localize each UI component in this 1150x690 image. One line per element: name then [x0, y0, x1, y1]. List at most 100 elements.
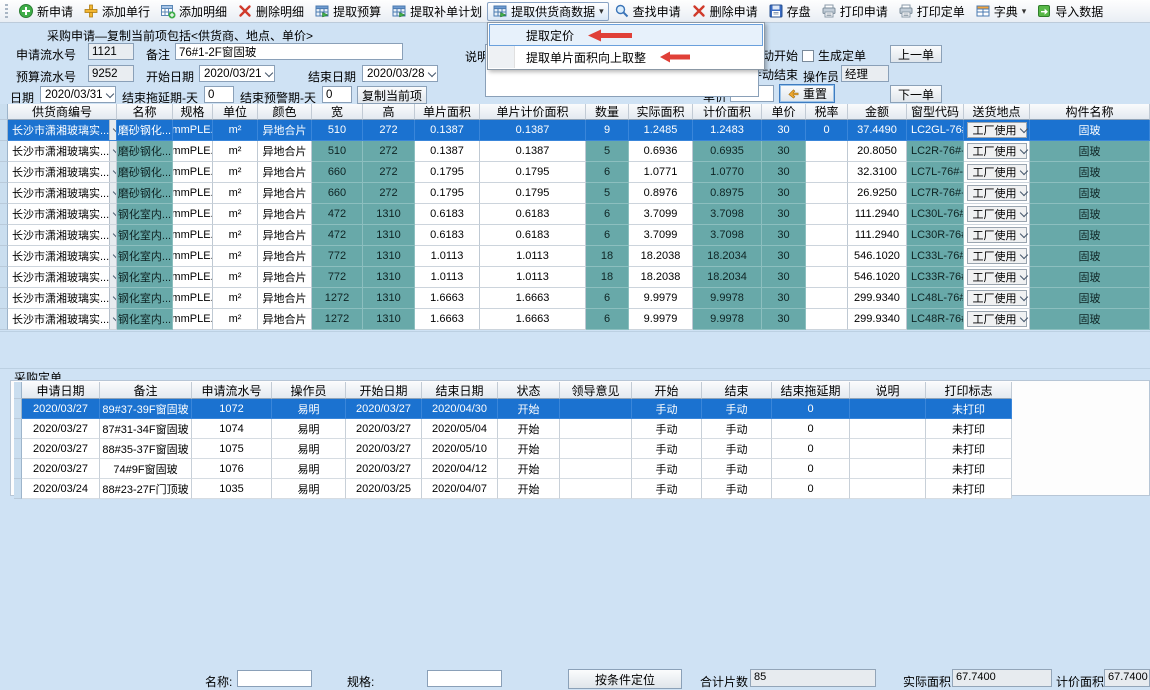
table-cell: 0.1795: [415, 183, 480, 204]
actual-area-label: 实际面积: [903, 673, 951, 690]
toolbar-button[interactable]: 提取供货商数据▾: [487, 2, 609, 21]
table-row[interactable]: 长沙市潇湘玻璃实...钢化室内...6mmPLE...m²异地合片1272131…: [0, 309, 1150, 330]
table-cell: 18.2038: [629, 246, 693, 267]
name-filter-input[interactable]: [237, 670, 312, 687]
table-cell: 0.6935: [693, 141, 762, 162]
toolbar-button[interactable]: 打印申请: [816, 2, 893, 21]
delivery-location-select[interactable]: 工厂使用: [967, 185, 1027, 201]
table-row[interactable]: 2020/03/2774#9F窗固玻1076易明2020/03/272020/0…: [14, 459, 1012, 479]
table-cell: m²: [213, 309, 258, 330]
row-gutter: [0, 225, 8, 246]
table-row[interactable]: 长沙市潇湘玻璃实...磨砂钢化...6mmPLE...m²异地合片6602720…: [0, 162, 1150, 183]
extract-grid-icon: [314, 3, 330, 19]
delivery-location-select[interactable]: 工厂使用: [967, 290, 1027, 306]
checkbox-box[interactable]: [802, 50, 814, 62]
menu-item[interactable]: 提取定价: [489, 24, 763, 46]
menu-item[interactable]: 提取单片面积向上取整: [489, 46, 763, 68]
table-cell: 0.6936: [629, 141, 693, 162]
table-row[interactable]: 2020/03/2787#31-34F窗固玻1074易明2020/03/2720…: [14, 419, 1012, 439]
column-header: 申请流水号: [192, 382, 272, 399]
table-cell: 2020/03/27: [346, 399, 422, 419]
remark-input[interactable]: [175, 43, 403, 60]
supplier-dropdown[interactable]: [109, 162, 117, 182]
column-header: 备注: [100, 382, 192, 399]
toolbar-button[interactable]: 删除明细: [232, 2, 309, 21]
table-cell: 26.9250: [848, 183, 907, 204]
delivery-location-value: 工厂使用: [973, 185, 1017, 201]
supplier-dropdown[interactable]: [109, 246, 117, 266]
supplier-dropdown[interactable]: [109, 225, 117, 245]
delivery-location-select[interactable]: 工厂使用: [967, 311, 1027, 327]
table-cell: 3.7098: [693, 204, 762, 225]
table-cell: LC2R-76#-1F: [907, 141, 964, 162]
table-cell: 磨砂钢化...: [117, 183, 173, 204]
table-row[interactable]: 长沙市潇湘玻璃实...钢化室内...6mmPLE...m²异地合片4721310…: [0, 225, 1150, 246]
table-cell: 手动: [632, 459, 702, 479]
operator-input[interactable]: [841, 65, 889, 82]
table-cell: 18: [586, 267, 629, 288]
table-cell: 32.3100: [848, 162, 907, 183]
toolbar-button[interactable]: 删除申请: [686, 2, 763, 21]
delivery-location-select[interactable]: 工厂使用: [967, 122, 1027, 138]
delivery-location-value: 工厂使用: [973, 311, 1017, 327]
table-cell: 0.1387: [415, 120, 480, 141]
copy-current-button[interactable]: 复制当前项: [357, 86, 427, 104]
supplier-dropdown[interactable]: [109, 267, 117, 287]
toolbar-button-label: 提取预算: [333, 3, 381, 20]
delivery-location-select[interactable]: 工厂使用: [967, 206, 1027, 222]
delivery-location-select[interactable]: 工厂使用: [967, 164, 1027, 180]
toolbar-button[interactable]: 查找申请: [609, 2, 686, 21]
table-cell: 6: [586, 309, 629, 330]
end-date-select[interactable]: 2020/03/28: [362, 65, 438, 82]
spec-filter-input[interactable]: [427, 670, 502, 687]
supplier-dropdown[interactable]: [109, 204, 117, 224]
toolbar-button[interactable]: 添加单行: [78, 2, 155, 21]
toolbar-button[interactable]: 字典▾: [970, 2, 1032, 21]
table-row[interactable]: 长沙市潇湘玻璃实...钢化室内...6mmPLE...m²异地合片7721310…: [0, 267, 1150, 288]
budget-input[interactable]: [88, 65, 134, 82]
toolbar-button[interactable]: 存盘: [763, 2, 816, 21]
delivery-location-select[interactable]: 工厂使用: [967, 269, 1027, 285]
start-date-value: 2020/03/21: [204, 68, 262, 80]
toolbar-button[interactable]: 提取补单计划: [386, 2, 487, 21]
toolbar-button[interactable]: 新申请: [13, 2, 78, 21]
serial-input[interactable]: [88, 43, 134, 60]
table-row[interactable]: 长沙市潇湘玻璃实...磨砂钢化...6mmPLE...m²异地合片6602720…: [0, 183, 1150, 204]
start-date-select[interactable]: 2020/03/21: [199, 65, 275, 82]
toolbar-button[interactable]: 提取预算: [309, 2, 386, 21]
prev-order-button[interactable]: 上一单: [890, 45, 942, 63]
reset-button[interactable]: 重置: [779, 84, 835, 103]
table-row[interactable]: 长沙市潇湘玻璃实...钢化室内...6mmPLE...m²异地合片4721310…: [0, 204, 1150, 225]
delivery-location-select[interactable]: 工厂使用: [967, 227, 1027, 243]
supplier-dropdown[interactable]: [109, 288, 117, 308]
table-row[interactable]: 2020/03/2488#23-27F门顶玻1035易明2020/03/2520…: [14, 479, 1012, 499]
table-row[interactable]: 2020/03/2788#35-37F窗固玻1075易明2020/03/2720…: [14, 439, 1012, 459]
table-row[interactable]: 长沙市潇湘玻璃实...钢化室内...6mmPLE...m²异地合片1272131…: [0, 288, 1150, 309]
supplier-dropdown[interactable]: [109, 309, 117, 329]
table-cell: 1.6663: [415, 309, 480, 330]
table-cell: 30: [762, 204, 806, 225]
table-cell: 772: [312, 267, 363, 288]
warn-input[interactable]: [322, 86, 352, 103]
table-cell: 固玻: [1030, 225, 1150, 246]
toolbar-button[interactable]: 添加明细: [155, 2, 232, 21]
toolbar-button[interactable]: 导入数据: [1031, 2, 1108, 21]
delivery-location-select[interactable]: 工厂使用: [967, 248, 1027, 264]
table-row[interactable]: 长沙市潇湘玻璃实...钢化室内...6mmPLE...m²异地合片7721310…: [0, 246, 1150, 267]
supplier-dropdown[interactable]: [109, 183, 117, 203]
next-order-button[interactable]: 下一单: [890, 85, 942, 103]
generate-order-checkbox[interactable]: 生成定单: [802, 47, 866, 64]
table-cell: 5: [586, 183, 629, 204]
date-select[interactable]: 2020/03/31: [40, 86, 116, 103]
table-row[interactable]: 2020/03/2789#37-39F窗固玻1072易明2020/03/2720…: [14, 399, 1012, 419]
table-cell: 固玻: [1030, 141, 1150, 162]
delay-input[interactable]: [204, 86, 234, 103]
table-row[interactable]: 长沙市潇湘玻璃实...磨砂钢化...6mmPLE...m²异地合片5102720…: [0, 141, 1150, 162]
table-row[interactable]: 长沙市潇湘玻璃实...磨砂钢化...6mmPLE...m²异地合片5102720…: [0, 120, 1150, 141]
locate-by-condition-button[interactable]: 按条件定位: [568, 669, 682, 689]
toolbar-button[interactable]: 打印定单: [893, 2, 970, 21]
table-cell: 异地合片: [258, 141, 312, 162]
delivery-location-select[interactable]: 工厂使用: [967, 143, 1027, 159]
supplier-dropdown[interactable]: [109, 141, 117, 161]
supplier-dropdown[interactable]: [109, 120, 117, 140]
